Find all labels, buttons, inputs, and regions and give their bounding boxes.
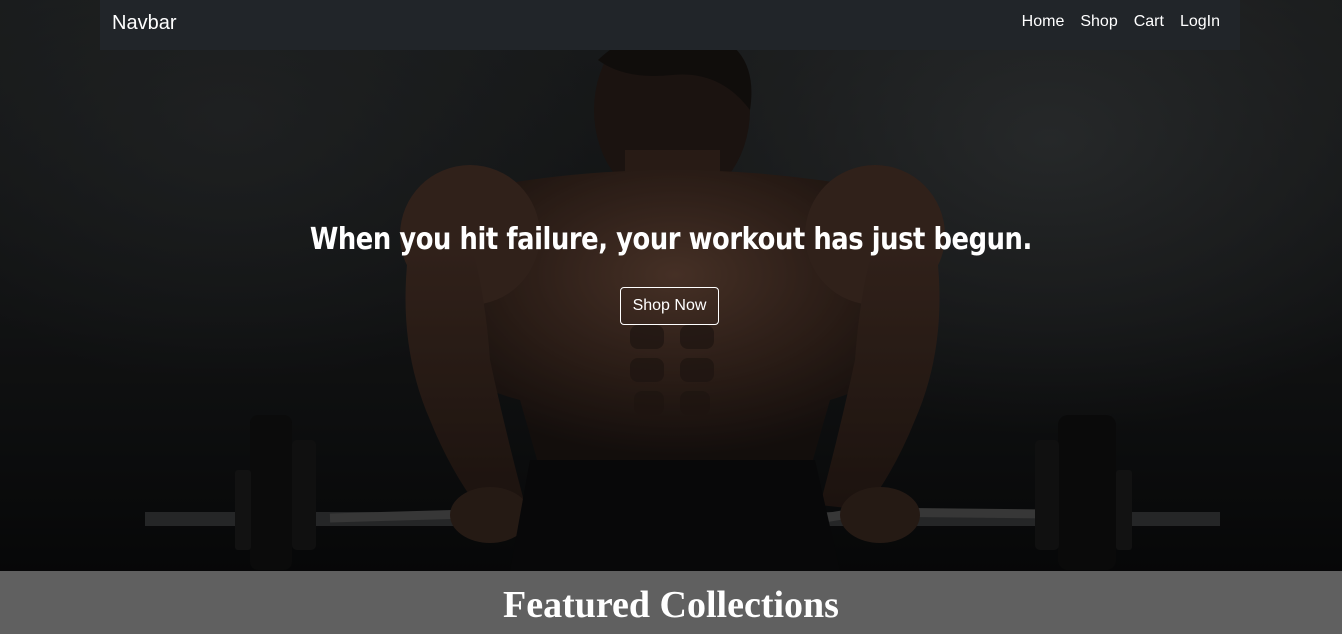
nav-link-cart[interactable]: Cart bbox=[1134, 13, 1164, 31]
navbar-brand[interactable]: Navbar bbox=[112, 11, 176, 35]
featured-collections-title: Featured Collections bbox=[503, 584, 839, 626]
nav-links: Home Shop Cart LogIn bbox=[1006, 0, 1220, 44]
page: Navbar Home Shop Cart LogIn When you hit… bbox=[0, 0, 1342, 634]
hero-headline: When you hit failure, your workout has j… bbox=[309, 222, 1032, 257]
hero-background-image bbox=[0, 0, 1342, 571]
featured-collections-section: Featured Collections bbox=[0, 571, 1342, 634]
nav-link-login[interactable]: LogIn bbox=[1180, 13, 1220, 31]
nav-link-shop[interactable]: Shop bbox=[1080, 13, 1117, 31]
hero-section: Navbar Home Shop Cart LogIn When you hit… bbox=[0, 0, 1342, 571]
shop-now-button[interactable]: Shop Now bbox=[620, 287, 719, 325]
navbar: Navbar Home Shop Cart LogIn bbox=[100, 0, 1240, 50]
nav-link-home[interactable]: Home bbox=[1022, 13, 1065, 31]
